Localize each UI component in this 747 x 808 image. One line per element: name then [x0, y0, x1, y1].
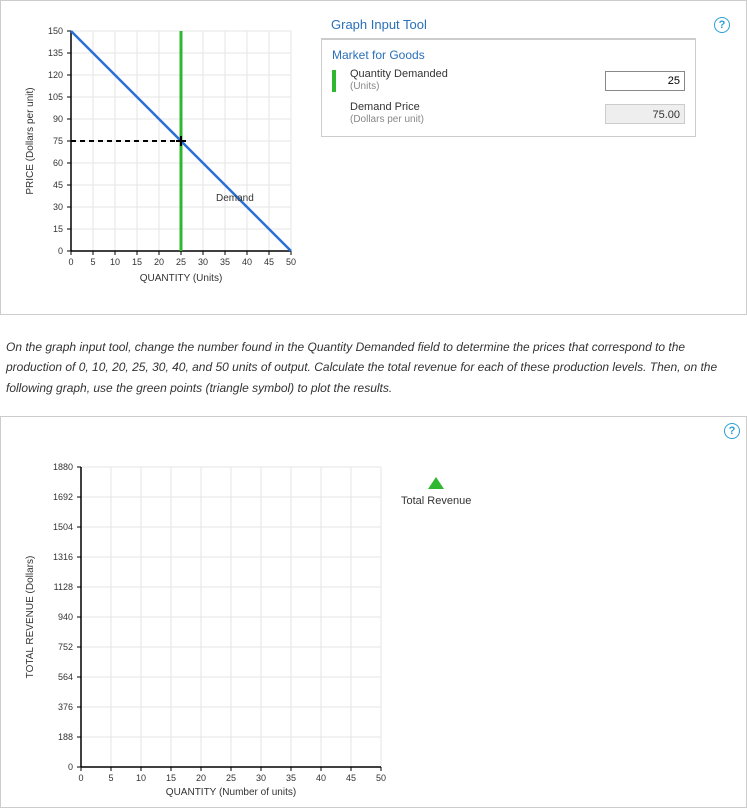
svg-text:135: 135: [48, 48, 63, 58]
svg-text:30: 30: [198, 257, 208, 267]
svg-text:90: 90: [53, 114, 63, 124]
triangle-icon: [428, 477, 444, 489]
revenue-chart-svg: 0 5 10 15 20 25 30 35 40 45 50 0 188 376…: [11, 427, 391, 797]
revenue-legend[interactable]: Total Revenue: [401, 477, 471, 507]
demand-price-display: 75.00: [605, 104, 685, 124]
qd-sublabel: (Units): [350, 81, 595, 93]
svg-text:40: 40: [242, 257, 252, 267]
demand-chart[interactable]: Demand 0 5 10 15 20 25 30 35 40 45 50: [11, 11, 311, 294]
svg-text:1504: 1504: [53, 522, 73, 532]
svg-text:0: 0: [68, 257, 73, 267]
svg-text:10: 10: [110, 257, 120, 267]
svg-text:105: 105: [48, 92, 63, 102]
top-panel: Demand 0 5 10 15 20 25 30 35 40 45 50: [0, 0, 747, 315]
svg-text:35: 35: [286, 773, 296, 783]
svg-text:45: 45: [346, 773, 356, 783]
qd-label: Quantity Demanded: [350, 68, 595, 81]
svg-text:1880: 1880: [53, 462, 73, 472]
svg-text:50: 50: [376, 773, 386, 783]
svg-text:0: 0: [68, 762, 73, 772]
svg-text:940: 940: [58, 612, 73, 622]
svg-text:60: 60: [53, 158, 63, 168]
demand-ylabel: PRICE (Dollars per unit): [25, 87, 36, 194]
svg-text:0: 0: [58, 246, 63, 256]
svg-text:120: 120: [48, 70, 63, 80]
svg-text:45: 45: [264, 257, 274, 267]
svg-text:30: 30: [53, 202, 63, 212]
svg-text:50: 50: [286, 257, 296, 267]
demand-xlabel: QUANTITY (Units): [140, 273, 223, 284]
svg-text:1692: 1692: [53, 492, 73, 502]
svg-text:376: 376: [58, 702, 73, 712]
tool-column: Graph Input Tool ? Market for Goods Quan…: [321, 11, 736, 137]
tool-card: Market for Goods Quantity Demanded (Unit…: [321, 38, 696, 137]
svg-text:5: 5: [108, 773, 113, 783]
tool-subtitle: Market for Goods: [322, 39, 695, 64]
tool-title: Graph Input Tool: [321, 11, 736, 38]
revenue-xlabel: QUANTITY (Number of units): [166, 787, 296, 797]
svg-text:45: 45: [53, 180, 63, 190]
price-label: Demand Price: [350, 101, 595, 114]
help-icon[interactable]: ?: [714, 17, 730, 33]
svg-text:25: 25: [226, 773, 236, 783]
svg-text:15: 15: [53, 224, 63, 234]
svg-text:15: 15: [166, 773, 176, 783]
svg-text:15: 15: [132, 257, 142, 267]
svg-text:0: 0: [78, 773, 83, 783]
demand-chart-svg: Demand 0 5 10 15 20 25 30 35 40 45 50: [11, 11, 311, 291]
svg-text:20: 20: [154, 257, 164, 267]
quantity-demanded-input[interactable]: [605, 71, 685, 91]
svg-text:10: 10: [136, 773, 146, 783]
svg-text:40: 40: [316, 773, 326, 783]
revenue-legend-label: Total Revenue: [401, 495, 471, 507]
svg-text:1316: 1316: [53, 552, 73, 562]
svg-text:564: 564: [58, 672, 73, 682]
help-icon[interactable]: ?: [724, 423, 740, 439]
quantity-demanded-row: Quantity Demanded (Units): [322, 64, 695, 97]
svg-text:150: 150: [48, 26, 63, 36]
demand-price-row: Demand Price (Dollars per unit) 75.00: [322, 97, 695, 136]
instructions-text: On the graph input tool, change the numb…: [0, 315, 747, 416]
price-sublabel: (Dollars per unit): [350, 114, 595, 126]
svg-text:752: 752: [58, 642, 73, 652]
demand-series-label: Demand: [216, 193, 254, 204]
svg-text:30: 30: [256, 773, 266, 783]
svg-text:35: 35: [220, 257, 230, 267]
svg-text:5: 5: [90, 257, 95, 267]
svg-text:1128: 1128: [54, 582, 73, 592]
revenue-chart[interactable]: 0 5 10 15 20 25 30 35 40 45 50 0 188 376…: [11, 427, 391, 800]
svg-text:20: 20: [196, 773, 206, 783]
qd-color-bar: [332, 70, 336, 92]
bottom-panel: ? 0 5 10 15 20: [0, 416, 747, 808]
svg-text:25: 25: [176, 257, 186, 267]
svg-text:188: 188: [58, 732, 73, 742]
revenue-ylabel: TOTAL REVENUE (Dollars): [25, 556, 36, 679]
svg-text:75: 75: [53, 136, 63, 146]
